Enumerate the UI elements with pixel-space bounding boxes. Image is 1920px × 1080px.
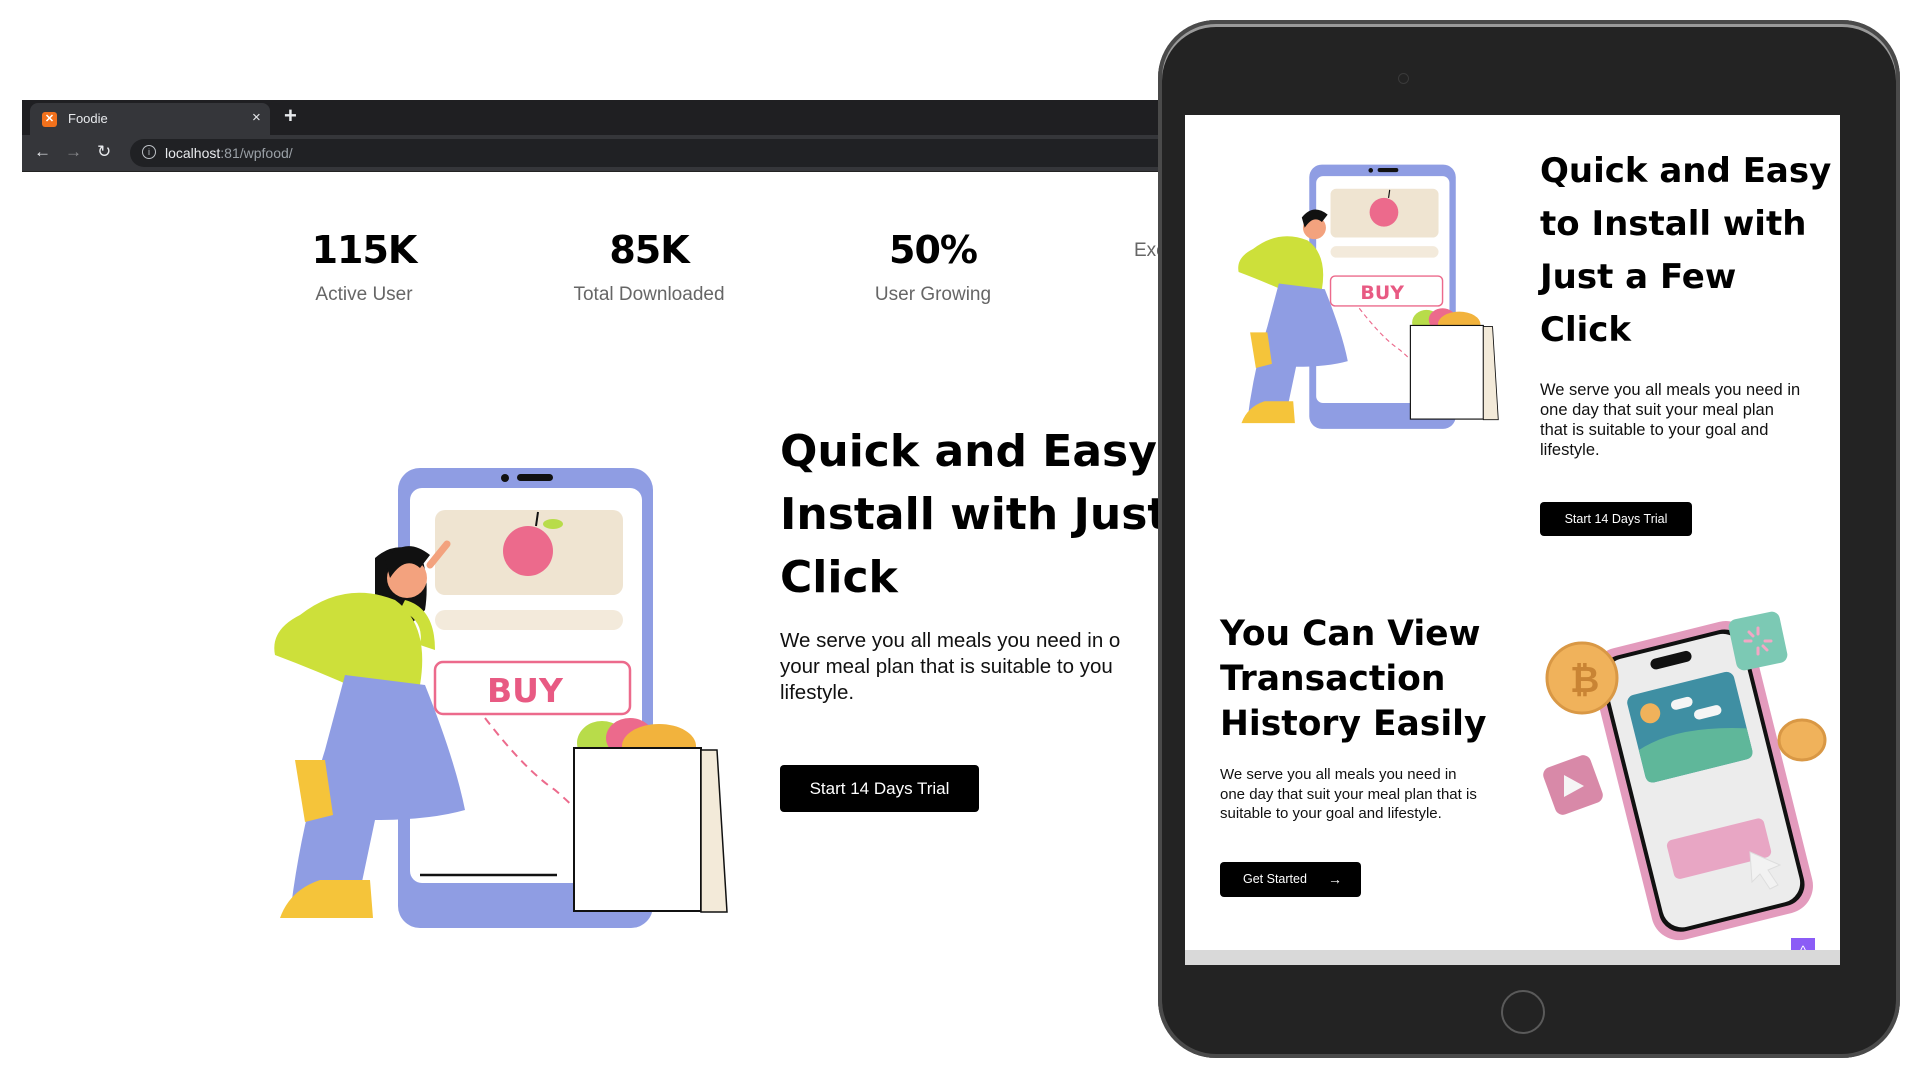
tablet-section2-title: You Can View Transaction History Easily [1220, 612, 1486, 747]
description-line: that is suitable to your goal and [1540, 421, 1769, 439]
hero-title-line: Click [780, 552, 898, 603]
tablet-section2-description: We serve you all meals you need in one d… [1220, 765, 1477, 824]
title-line: You Can View [1220, 614, 1481, 654]
apple-icon [503, 526, 553, 576]
grocery-bag [573, 747, 702, 912]
hero-title-line: Install with Just [780, 489, 1169, 540]
stat-total-downloaded: 85K Total Downloaded [539, 228, 759, 306]
hero-description: We serve you all meals you need in o you… [780, 628, 1120, 706]
buy-label: BUY [1360, 282, 1404, 304]
tablet-section1-description: We serve you all meals you need in one d… [1540, 380, 1800, 460]
tablet-illustration-transactions: ₿ [1543, 611, 1827, 941]
hero-description-line: We serve you all meals you need in o [780, 629, 1121, 652]
stat-value: 50% [889, 228, 978, 272]
stat-value: 115K [311, 228, 418, 272]
description-line: one day that suit your meal plan that is [1220, 785, 1477, 803]
title-line: Quick and Easy [1540, 151, 1832, 191]
stat-active-user: 115K Active User [254, 228, 474, 306]
get-started-button[interactable]: Get Started → [1220, 862, 1361, 897]
buy-label: BUY [487, 671, 564, 710]
stat-value: 85K [609, 228, 689, 272]
forward-icon[interactable]: → [65, 142, 82, 162]
title-line: Click [1540, 310, 1632, 350]
tablet-footer-bar [1185, 950, 1840, 965]
arrow-right-icon: → [1328, 871, 1342, 887]
tablet-camera-icon [1398, 73, 1409, 84]
stat-label: User Growing [874, 284, 992, 305]
title-line: Transaction [1220, 659, 1446, 699]
phone-camera [501, 474, 509, 482]
get-started-label: Get Started [1243, 872, 1307, 886]
description-line: one day that suit your meal plan [1540, 401, 1774, 419]
hero-description-line: your meal plan that is suitable to you [780, 655, 1113, 678]
stat-label: Active User [315, 284, 413, 305]
tab-bar: ✕ Foodie × + [22, 100, 1162, 135]
new-tab-icon[interactable]: + [284, 103, 297, 129]
url-path: :81/wpfood/ [220, 145, 293, 161]
url-text[interactable]: localhost:81/wpfood/ [165, 145, 293, 161]
text-placeholder [435, 610, 623, 630]
tab-title: Foodie [68, 111, 108, 126]
description-line: We serve you all meals you need in [1540, 381, 1801, 399]
coin-icon [1777, 718, 1827, 762]
reload-icon[interactable]: ↻ [97, 142, 111, 162]
hero-title: Quick and Easy t Install with Just Click [780, 420, 1193, 609]
tablet-device: BUY Quick and Easy to Install with Just … [1158, 20, 1900, 1058]
loading-tile-icon [1728, 611, 1788, 671]
stat-label: Total Downloaded [573, 284, 725, 305]
description-line: suitable to your goal and lifestyle. [1220, 805, 1442, 822]
hero-description-line: lifestyle. [780, 681, 855, 704]
info-icon[interactable]: i [142, 145, 156, 159]
hero-title-line: Quick and Easy t [780, 426, 1194, 477]
tablet-section1-title: Quick and Easy to Install with Just a Fe… [1540, 145, 1831, 357]
tablet-screen: BUY Quick and Easy to Install with Just … [1185, 115, 1840, 965]
back-icon[interactable]: ← [34, 142, 51, 162]
title-line: Just a Few [1540, 257, 1737, 297]
hero-illustration: BUY [274, 468, 728, 928]
phone-speaker [517, 474, 553, 481]
description-line: lifestyle. [1540, 441, 1600, 459]
description-line: We serve you all meals you need in [1220, 766, 1457, 783]
title-line: to Install with [1540, 204, 1807, 244]
address-bar[interactable]: i localhost:81/wpfood/ [130, 139, 1162, 167]
xampp-icon: ✕ [42, 112, 57, 127]
tablet-home-button[interactable] [1501, 990, 1545, 1034]
tab-foodie[interactable]: ✕ Foodie × [30, 103, 270, 135]
url-host: localhost [165, 145, 221, 161]
tablet-start-trial-button[interactable]: Start 14 Days Trial [1540, 502, 1692, 536]
close-tab-icon[interactable]: × [252, 109, 261, 126]
browser-toolbar: ← → ↻ i localhost:81/wpfood/ [22, 135, 1162, 172]
start-trial-button[interactable]: Start 14 Days Trial [780, 765, 979, 812]
stat-user-growing: 50% User Growing [823, 228, 1043, 306]
tablet-illustration-food: BUY [1238, 164, 1499, 429]
title-line: History Easily [1220, 704, 1487, 744]
svg-text:₿: ₿ [1570, 660, 1599, 701]
